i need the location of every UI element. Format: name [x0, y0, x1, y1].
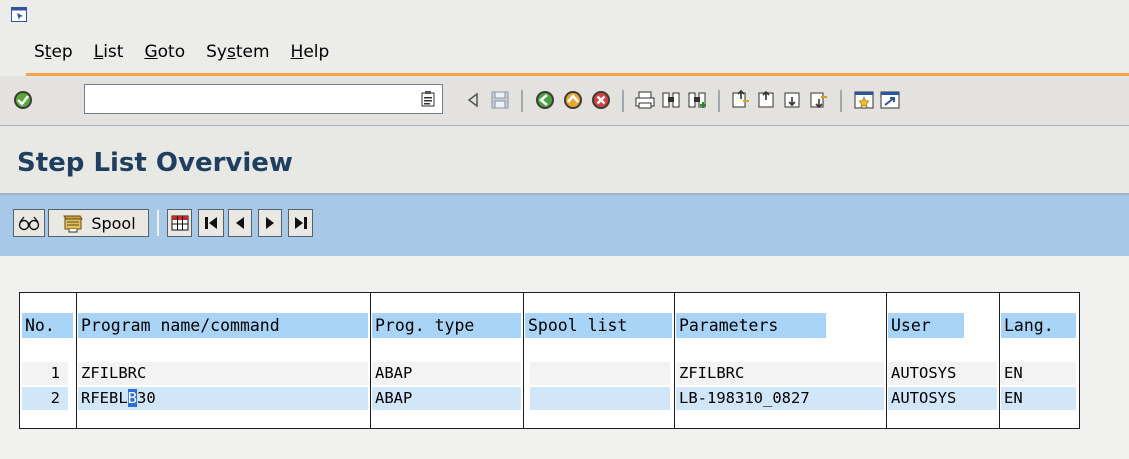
- new-session-icon[interactable]: [853, 89, 875, 111]
- command-field[interactable]: [84, 84, 443, 114]
- cell-no: 1: [22, 362, 68, 385]
- spool-button-label: Spool: [91, 213, 136, 233]
- toolbar-separator: [157, 210, 159, 236]
- work-area: No. Program name/command Prog. type Spoo…: [0, 256, 1129, 459]
- enter-icon[interactable]: [12, 89, 34, 111]
- toolbar-separator: [622, 90, 624, 112]
- cell-parameters[interactable]: LB-198310_0827: [676, 387, 884, 410]
- menu: Step List Goto System Help: [34, 42, 350, 62]
- next-page-icon[interactable]: [782, 89, 804, 111]
- toolbar-separator: [840, 90, 842, 112]
- previous-page-button[interactable]: [228, 209, 252, 237]
- history-icon[interactable]: [421, 91, 435, 107]
- first-page-button[interactable]: [198, 209, 224, 237]
- cell-spool-list[interactable]: [530, 387, 670, 410]
- layout-button[interactable]: [167, 209, 192, 237]
- save-icon[interactable]: [489, 89, 511, 111]
- menu-item-help[interactable]: Help: [291, 42, 330, 62]
- print-icon[interactable]: [634, 89, 656, 111]
- cell-spool-list[interactable]: [530, 362, 670, 385]
- layout-icon: [171, 215, 188, 231]
- next-page-button[interactable]: [258, 209, 282, 237]
- find-next-icon[interactable]: [686, 89, 708, 111]
- text-cursor: B: [127, 389, 138, 407]
- page-title: Step List Overview: [17, 148, 293, 178]
- menu-item-list[interactable]: List: [94, 42, 124, 62]
- column-header-spool-list[interactable]: Spool list: [525, 313, 672, 338]
- cell-lang[interactable]: EN: [1001, 362, 1076, 385]
- previous-page-icon[interactable]: [756, 89, 778, 111]
- last-page-icon: [294, 217, 307, 229]
- next-page-icon: [266, 217, 274, 229]
- cell-program[interactable]: ZFILBRC: [78, 362, 368, 385]
- application-toolbar: Spool: [0, 195, 1129, 256]
- cell-parameters[interactable]: ZFILBRC: [676, 362, 884, 385]
- find-icon[interactable]: [660, 89, 682, 111]
- first-page-icon: [205, 217, 217, 229]
- column-header-no[interactable]: No.: [22, 313, 73, 338]
- menu-item-goto[interactable]: Goto: [144, 42, 185, 62]
- exit-icon[interactable]: [562, 89, 584, 111]
- command-input[interactable]: [89, 88, 413, 112]
- cell-lang[interactable]: EN: [1001, 387, 1076, 410]
- previous-page-icon: [236, 217, 244, 229]
- table-row[interactable]: 1 ZFILBRC ABAP ZFILBRC AUTOSYS EN: [20, 361, 1079, 386]
- toolbar-separator: [718, 90, 720, 112]
- menu-item-system[interactable]: System: [206, 42, 269, 62]
- cell-user[interactable]: AUTOSYS: [888, 362, 997, 385]
- table-row[interactable]: 2 RFEBLB30 ABAP LB-198310_0827 AUTOSYS E…: [20, 386, 1079, 411]
- program-text-before-cursor: RFEBL: [81, 389, 128, 407]
- cell-prog-type[interactable]: ABAP: [372, 362, 521, 385]
- toolbar-separator: [521, 90, 523, 112]
- cell-no: 2: [22, 387, 68, 410]
- menu-item-step[interactable]: Step: [34, 42, 73, 62]
- title-area: Step List Overview: [0, 126, 1129, 194]
- back-icon[interactable]: [534, 89, 556, 111]
- column-header-user[interactable]: User: [888, 313, 964, 338]
- first-page-icon[interactable]: [730, 89, 752, 111]
- column-header-prog-type[interactable]: Prog. type: [372, 313, 521, 338]
- display-button[interactable]: [13, 209, 45, 237]
- column-header-parameters[interactable]: Parameters: [676, 313, 826, 338]
- cell-program[interactable]: RFEBLB30: [78, 387, 368, 410]
- display-icon: [18, 216, 40, 231]
- window-icon[interactable]: [11, 7, 27, 22]
- step-list-table: No. Program name/command Prog. type Spoo…: [19, 292, 1080, 429]
- system-toolbar: [0, 76, 1129, 126]
- back-arrow-icon[interactable]: [463, 89, 485, 111]
- cancel-icon[interactable]: [590, 89, 612, 111]
- last-page-button[interactable]: [288, 209, 313, 237]
- cell-user[interactable]: AUTOSYS: [888, 387, 997, 410]
- spool-button[interactable]: Spool: [48, 209, 149, 237]
- menu-bar: Step List Goto System Help: [0, 0, 1129, 76]
- last-page-icon[interactable]: [808, 89, 830, 111]
- shortcut-icon[interactable]: [879, 89, 901, 111]
- cell-prog-type[interactable]: ABAP: [372, 387, 521, 410]
- column-header-lang[interactable]: Lang.: [1001, 313, 1076, 338]
- column-header-program[interactable]: Program name/command: [78, 313, 368, 338]
- spool-icon: [63, 215, 84, 233]
- program-text-after-cursor: 30: [137, 389, 156, 407]
